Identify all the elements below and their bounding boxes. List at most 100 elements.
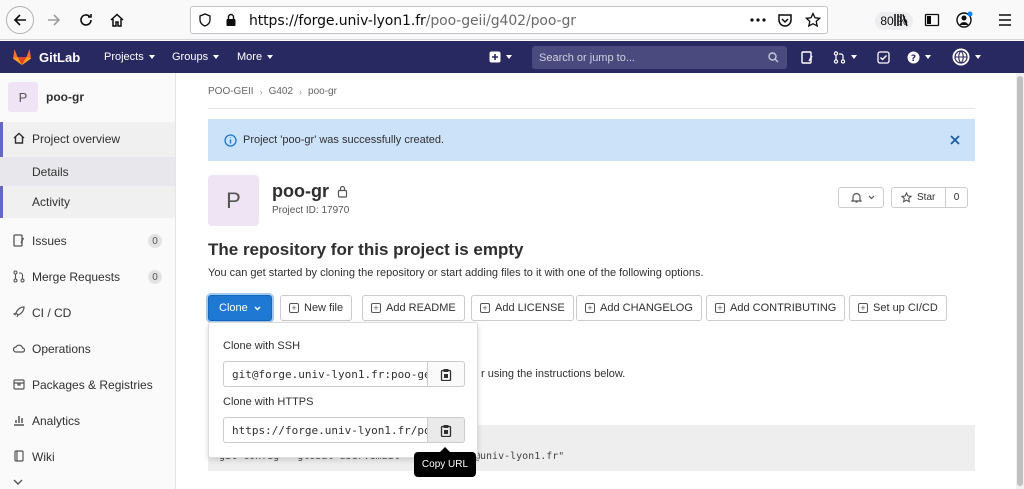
new-file-label: New file [304,302,344,314]
sidebar-item-operations[interactable]: Operations [0,332,175,366]
clipboard-icon [440,424,452,437]
clone-https-label: Clone with HTTPS [223,396,314,408]
bookmark-button[interactable] [799,6,827,34]
chevron-down-icon [506,55,512,59]
nav-projects[interactable]: Projects [104,41,155,73]
merge-request-icon [13,270,25,283]
sidebar-item-merge-requests[interactable]: Merge Requests 0 [0,260,175,294]
sidebar-item-label: Operations [32,342,91,356]
add-license-button[interactable]: + Add LICENSE [471,295,574,321]
nav-groups[interactable]: Groups [172,41,220,73]
sidebar-item-label: Details [32,164,69,179]
sidebar-item-wiki[interactable]: Wiki [0,440,175,474]
url-host: https://forge.univ-lyon1.fr [249,13,426,29]
notification-dropdown[interactable] [838,187,884,208]
page-scrollbar[interactable] [1016,73,1024,489]
project-avatar[interactable]: P [8,82,38,112]
breadcrumb-separator-icon: › [259,86,263,97]
sidebar-toggle-button[interactable] [918,6,946,34]
bell-icon [851,192,862,203]
home-button[interactable] [103,6,131,34]
gitlab-logo-link[interactable]: GitLab [12,41,80,73]
star-icon [901,192,912,203]
menu-button[interactable] [991,6,1019,34]
sidebar-item-project-overview[interactable]: Project overview [0,122,175,156]
chevron-down-icon [975,55,981,59]
add-changelog-button[interactable]: + Add CHANGELOG [576,295,702,321]
empty-repo-description: You can get started by cloning the repos… [208,267,704,279]
plus-square-icon: + [585,303,595,313]
copy-ssh-button[interactable] [427,361,465,387]
breadcrumb-separator-icon: › [299,86,303,97]
sidebar-item-issues[interactable]: Issues 0 [0,224,175,258]
plus-square-icon: + [289,303,299,313]
sidebar-item-analytics[interactable]: Analytics [0,404,175,438]
reload-icon [80,14,92,26]
sidebar-item-ci-cd[interactable]: CI / CD [0,296,175,330]
account-button[interactable] [950,6,978,34]
pocket-button[interactable] [771,6,799,34]
sidebar-more-chevron[interactable] [13,479,23,485]
shield-icon[interactable] [198,13,212,27]
search-input[interactable]: Search or jump to... [532,46,787,69]
new-file-button[interactable]: + New file [280,295,353,321]
lock-icon[interactable] [225,13,237,27]
setup-cicd-button[interactable]: + Set up CI/CD [849,295,947,321]
add-contributing-button[interactable]: + Add CONTRIBUTING [706,295,846,321]
plus-square-icon: + [480,303,490,313]
back-button[interactable] [6,6,34,34]
star-button[interactable]: Star 0 [891,187,968,208]
reload-button[interactable] [72,6,100,34]
sidebar-item-label: Issues [32,234,67,248]
nav-groups-label: Groups [172,51,209,63]
todos-shortcut[interactable] [877,41,890,73]
issues-shortcut[interactable] [801,41,814,73]
copy-https-button[interactable] [427,417,465,443]
new-dropdown[interactable] [489,41,512,73]
add-contributing-label: Add CONTRIBUTING [730,302,837,314]
account-icon [956,11,973,28]
sidebar-project-name[interactable]: poo-gr [46,90,84,104]
forward-button[interactable] [40,6,68,34]
sidebar-item-packages-registries[interactable]: Packages & Registries [0,368,175,402]
add-readme-button[interactable]: + Add README [362,295,465,321]
clone-button[interactable]: Clone [208,295,272,321]
merge-requests-shortcut[interactable] [833,41,857,73]
nav-more-label: More [237,51,263,63]
clone-dropdown-menu: Clone with SSH git@forge.univ-lyon1.fr:p… [208,322,478,458]
todo-check-icon [877,50,890,64]
address-bar[interactable]: https://forge.univ-lyon1.fr/poo-geii/g40… [190,6,913,34]
chevron-down-icon [13,479,23,485]
close-icon[interactable] [950,135,960,145]
sidebar-item-activity[interactable]: Activity [0,187,175,216]
project-title-row: poo-gr [272,181,348,202]
cloud-gear-icon [13,344,25,353]
clone-https-input[interactable]: https://forge.univ-lyon1.fr/poo-geii/g40… [223,417,428,443]
plus-square-icon: + [715,303,725,313]
user-menu[interactable] [952,41,981,73]
copy-url-tooltip: Copy URL [414,447,476,477]
plus-square-icon: + [858,303,868,313]
breadcrumb-group[interactable]: POO-GEII [208,86,254,97]
nav-more[interactable]: More [237,41,274,73]
project-id: Project ID: 17970 [272,205,350,216]
issues-count-badge: 0 [148,234,162,248]
star-count[interactable]: 0 [945,188,967,207]
scrollbar-thumb[interactable] [1017,76,1023,486]
merge-request-icon [833,50,846,64]
breadcrumb-subgroup[interactable]: G402 [269,86,293,97]
help-dropdown[interactable]: ? [907,41,931,73]
project-avatar-large: P [208,175,259,226]
add-license-label: Add LICENSE [495,302,565,314]
library-button[interactable] [887,6,915,34]
clone-ssh-input[interactable]: git@forge.univ-lyon1.fr:poo-geii/g402/po… [223,361,428,387]
sidebar-item-details[interactable]: Details [0,157,175,186]
url-text[interactable]: https://forge.univ-lyon1.fr/poo-geii/g40… [249,13,576,29]
breadcrumb-project[interactable]: poo-gr [308,86,337,97]
clone-ssh-label: Clone with SSH [223,340,301,352]
sidebar-item-label: CI / CD [32,306,72,320]
page-actions-button[interactable] [744,6,772,34]
sidebar-icon [924,13,940,27]
more-horizontal-icon [750,18,766,22]
add-changelog-label: Add CHANGELOG [600,302,693,314]
